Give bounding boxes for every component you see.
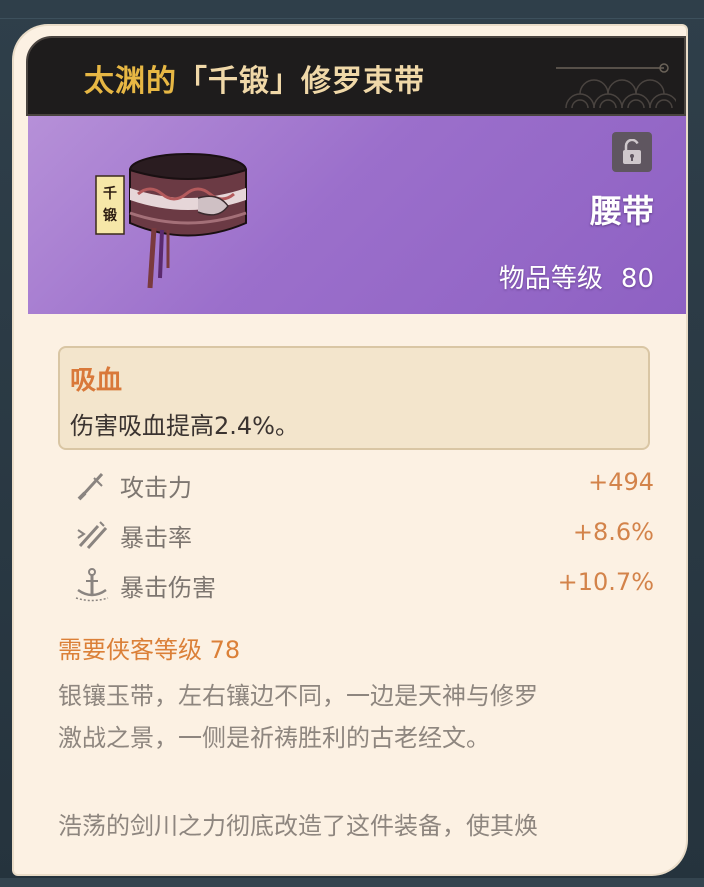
level-requirement: 需要侠客等级 78 <box>58 636 241 664</box>
item-tooltip-card: 太渊的「千锻」修罗束带 千 锻 腰带 物品等级 80 吸血 伤害吸血提高2.4%… <box>14 26 686 874</box>
stat-label: 暴击率 <box>120 524 192 552</box>
stat-label: 攻击力 <box>120 474 192 502</box>
sword-icon <box>77 472 104 501</box>
stat-row-attack: 攻击力 +494 <box>70 464 654 504</box>
wave-pattern-icon <box>556 63 676 108</box>
special-effect-box: 吸血 伤害吸血提高2.4%。 <box>58 346 650 450</box>
stat-row-crit-rate: 暴击率 +8.6% <box>70 514 654 554</box>
belt-tag-text-1: 千 <box>103 185 117 202</box>
item-title-bar: 太渊的「千锻」修罗束带 <box>26 36 686 116</box>
item-type: 腰带 <box>589 192 654 230</box>
stat-label: 暴击伤害 <box>120 574 216 602</box>
effect-description: 伤害吸血提高2.4%。 <box>70 412 299 440</box>
flavor-text-line: 浩荡的剑川之力彻底改造了这件装备，使其焕 <box>58 812 538 840</box>
unlock-icon <box>623 139 641 164</box>
effect-name: 吸血 <box>70 366 123 396</box>
flavor-text-line: 激战之景，一侧是祈祷胜利的古老经文。 <box>58 724 490 752</box>
item-title: 太渊的「千锻」修罗束带 <box>84 56 425 100</box>
belt-item-icon: 千 锻 <box>95 153 247 289</box>
lock-toggle[interactable] <box>612 132 652 172</box>
crit-swords-icon <box>77 521 108 550</box>
background-divider <box>0 18 704 19</box>
stat-value: +10.7% <box>557 568 654 596</box>
item-title-prefix: 太渊的 <box>84 64 177 99</box>
item-level: 物品等级 80 <box>499 258 654 295</box>
stat-row-crit-damage: 暴击伤害 +10.7% <box>70 564 654 604</box>
item-level-label: 物品等级 <box>498 264 603 294</box>
item-title-main: 「千锻」修罗束带 <box>177 64 425 99</box>
flavor-text-line: 银镶玉带，左右镶边不同，一边是天神与修罗 <box>58 682 538 710</box>
bottom-frame <box>0 878 704 887</box>
item-banner: 千 锻 腰带 物品等级 80 <box>28 116 686 314</box>
stat-value: +8.6% <box>572 518 654 546</box>
anchor-icon <box>75 568 109 602</box>
belt-tag-text-2: 锻 <box>103 207 117 224</box>
item-level-value: 80 <box>620 264 654 294</box>
stat-value: +494 <box>588 468 654 496</box>
